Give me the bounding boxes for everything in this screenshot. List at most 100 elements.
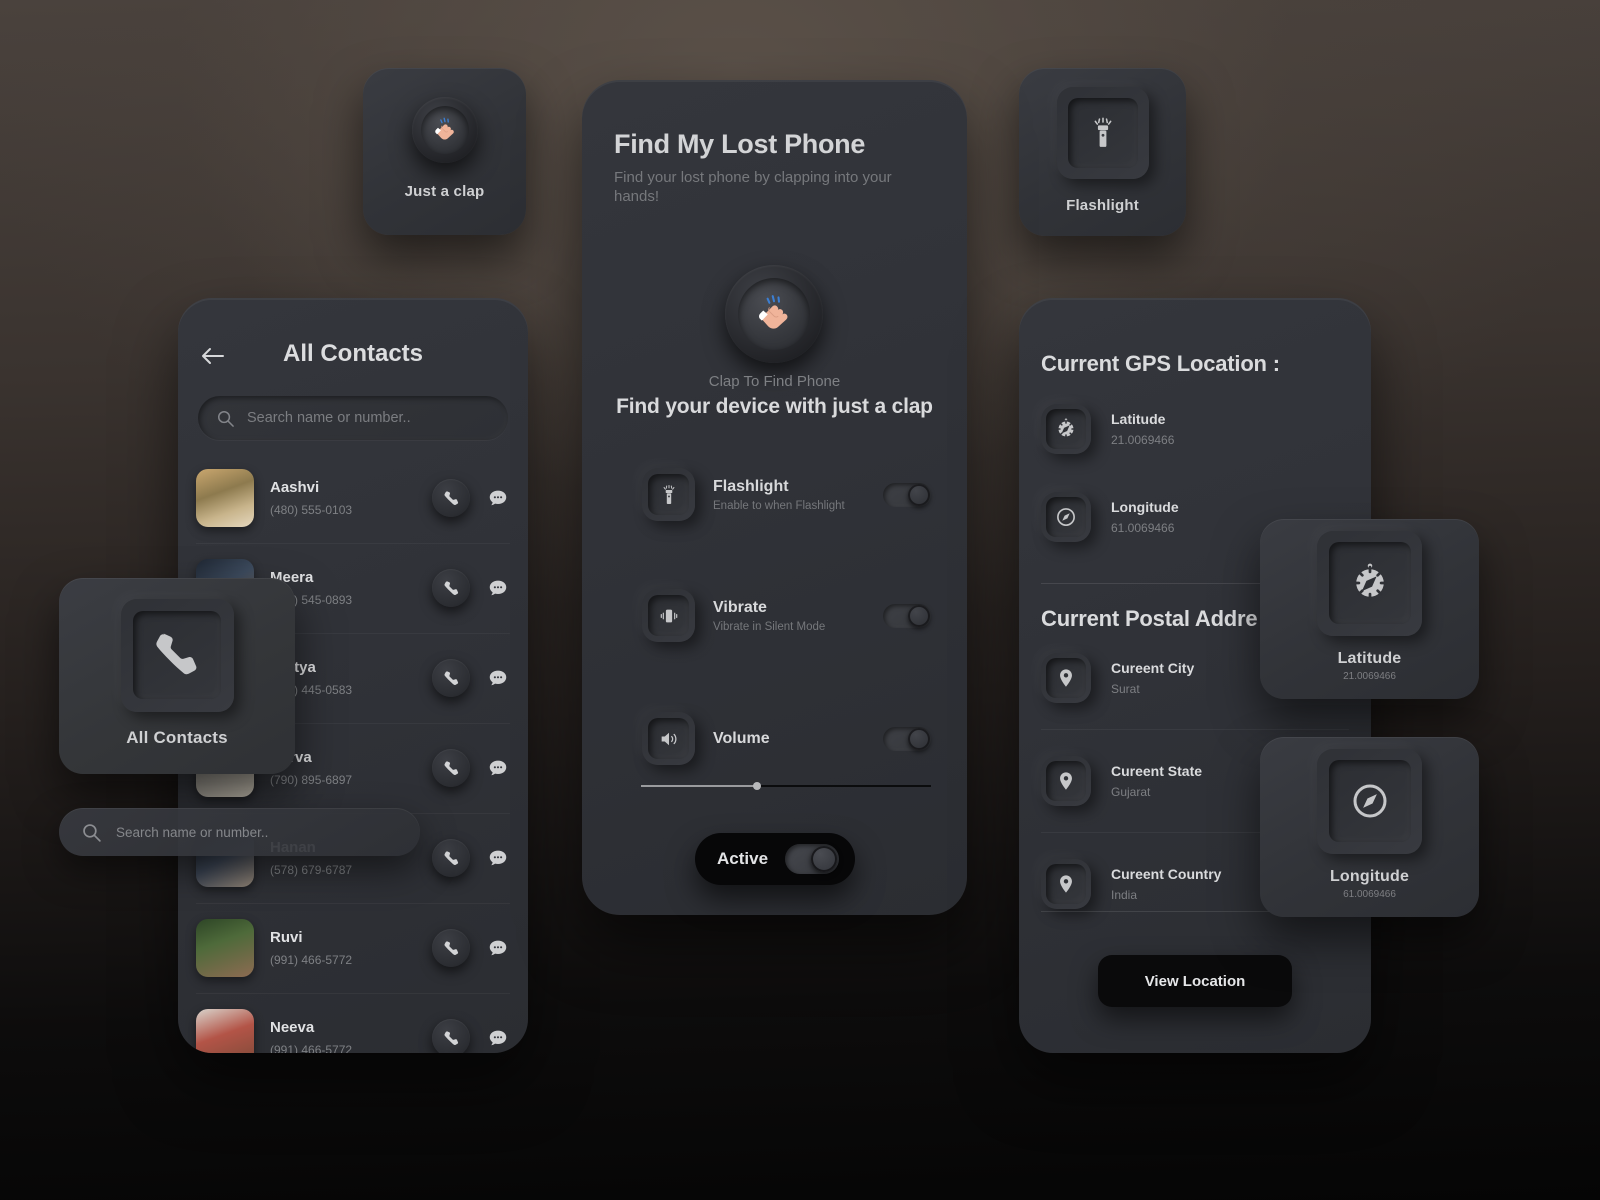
item-divider (1041, 729, 1349, 730)
knob-caption: Clap To Find Phone (708, 373, 841, 390)
map-pin-icon-frame (1041, 653, 1091, 703)
call-button[interactable] (432, 1019, 470, 1053)
phone-call-icon (443, 670, 458, 685)
message-button[interactable] (486, 576, 510, 600)
setting-row-flashlight[interactable]: Flashlight Enable to when Flashlight (642, 468, 931, 521)
postal-heading: Current Postal Addre (1041, 606, 1258, 631)
volume-slider[interactable] (641, 780, 931, 792)
contact-row[interactable]: Neeva (991) 466-5772 (178, 993, 528, 1053)
setting-row-vibrate[interactable]: Vibrate Vibrate in Silent Mode (642, 589, 931, 642)
compass-needle-icon (1057, 508, 1075, 526)
map-pin-icon (1060, 772, 1072, 790)
call-button[interactable] (432, 929, 470, 967)
widget-longitude[interactable]: Longitude 61.0069466 (1260, 737, 1479, 917)
message-button[interactable] (486, 846, 510, 870)
vibrate-icon (660, 609, 677, 622)
slider-fill (641, 785, 757, 787)
headline: Find your device with just a clap (616, 395, 933, 418)
contact-row[interactable]: Aashvi (480) 555-0103 (178, 453, 528, 543)
search-icon (83, 823, 101, 842)
call-button[interactable] (432, 479, 470, 517)
call-button[interactable] (432, 569, 470, 607)
view-location-button[interactable]: View Location (1098, 955, 1292, 1007)
setting-description: Vibrate in Silent Mode (713, 620, 826, 633)
chat-bubble-icon (489, 490, 507, 506)
chat-bubble-icon (489, 580, 507, 596)
search-icon (217, 410, 234, 427)
postal-item-label: Cureent State (1111, 763, 1203, 779)
call-button[interactable] (432, 839, 470, 877)
compass-rose-icon (1352, 563, 1387, 601)
widget-just-a-clap[interactable]: Just a clap (363, 68, 526, 235)
contact-number: (991) 466-5772 (270, 1043, 353, 1053)
setting-title: Volume (713, 729, 770, 747)
contact-name: Ruvi (270, 929, 303, 946)
search-placeholder: Search name or number.. (247, 410, 411, 426)
avatar (196, 919, 254, 977)
slider-thumb[interactable] (753, 782, 761, 790)
chat-bubble-icon (489, 940, 507, 956)
flashlight-icon (663, 484, 674, 504)
phone-call-icon (443, 490, 458, 505)
gps-item-label: Longitude (1111, 499, 1179, 515)
find-my-lost-phone-panel: Find My Lost Phone Find your lost phone … (582, 80, 967, 915)
message-button[interactable] (486, 756, 510, 780)
search-placeholder: Search name or number.. (116, 824, 269, 840)
active-pill[interactable]: Active (695, 833, 855, 885)
search-input[interactable]: Search name or number.. (198, 396, 508, 440)
compass-rose-icon-frame (1317, 530, 1422, 636)
contact-name: Neeva (270, 1019, 315, 1036)
contact-number: (991) 466-5772 (270, 953, 353, 967)
phone-call-icon (443, 850, 458, 865)
phone-call-icon (443, 940, 458, 955)
chat-bubble-icon (489, 670, 507, 686)
contact-name: Aashvi (270, 479, 320, 496)
flashlight-icon-frame (1056, 86, 1149, 179)
setting-title: Vibrate (713, 598, 767, 616)
compass-needle-icon-frame (1041, 492, 1091, 542)
postal-item-label: Cureent Country (1111, 866, 1222, 882)
message-button[interactable] (486, 936, 510, 960)
map-pin-icon-frame (1041, 859, 1091, 909)
call-button[interactable] (432, 749, 470, 787)
setting-row-volume[interactable]: Volume (642, 712, 931, 765)
widget-value: 21.0069466 (1343, 670, 1396, 682)
floating-search-input[interactable]: Search name or number.. (59, 808, 420, 856)
contact-number: (480) 555-0103 (270, 503, 353, 517)
widget-value: 61.0069466 (1343, 888, 1396, 900)
vibrate-toggle[interactable] (883, 603, 931, 628)
flashlight-icon-frame (642, 468, 695, 521)
active-toggle[interactable] (785, 844, 839, 874)
widget-label: Latitude (1337, 649, 1402, 667)
clapping-hands-glyph (434, 117, 454, 140)
flashlight-icon (1094, 116, 1111, 147)
widget-latitude[interactable]: Latitude 21.0069466 (1260, 519, 1479, 699)
setting-title: Flashlight (713, 477, 789, 495)
compass-needle-icon-frame (1317, 748, 1422, 854)
speaker-icon (661, 732, 676, 745)
compass-rose-icon-frame (1041, 404, 1091, 454)
avatar (196, 469, 254, 527)
message-button[interactable] (486, 1026, 510, 1050)
clap-to-find-button[interactable] (725, 265, 823, 363)
widget-label: Just a clap (404, 183, 485, 200)
phone-handset-icon (156, 633, 197, 675)
message-button[interactable] (486, 666, 510, 690)
widget-all-contacts[interactable]: All Contacts (59, 578, 295, 774)
volume-toggle[interactable] (883, 726, 931, 751)
clapping-hands-glyph (759, 295, 788, 329)
message-button[interactable] (486, 486, 510, 510)
vibrate-icon-frame (642, 589, 695, 642)
postal-item-value: Surat (1111, 682, 1140, 696)
contact-row[interactable]: Ruvi (991) 466-5772 (178, 903, 528, 993)
page-title: All Contacts (282, 340, 423, 367)
call-button[interactable] (432, 659, 470, 697)
compass-needle-icon (1353, 784, 1386, 818)
chat-bubble-icon (489, 850, 507, 866)
speaker-icon-frame (642, 712, 695, 765)
flashlight-toggle[interactable] (883, 482, 931, 507)
widget-label: Longitude (1329, 867, 1410, 885)
gps-item-label: Latitude (1111, 411, 1166, 427)
widget-flashlight[interactable]: Flashlight (1019, 68, 1186, 236)
contact-number: (790) 895-6897 (270, 773, 353, 787)
